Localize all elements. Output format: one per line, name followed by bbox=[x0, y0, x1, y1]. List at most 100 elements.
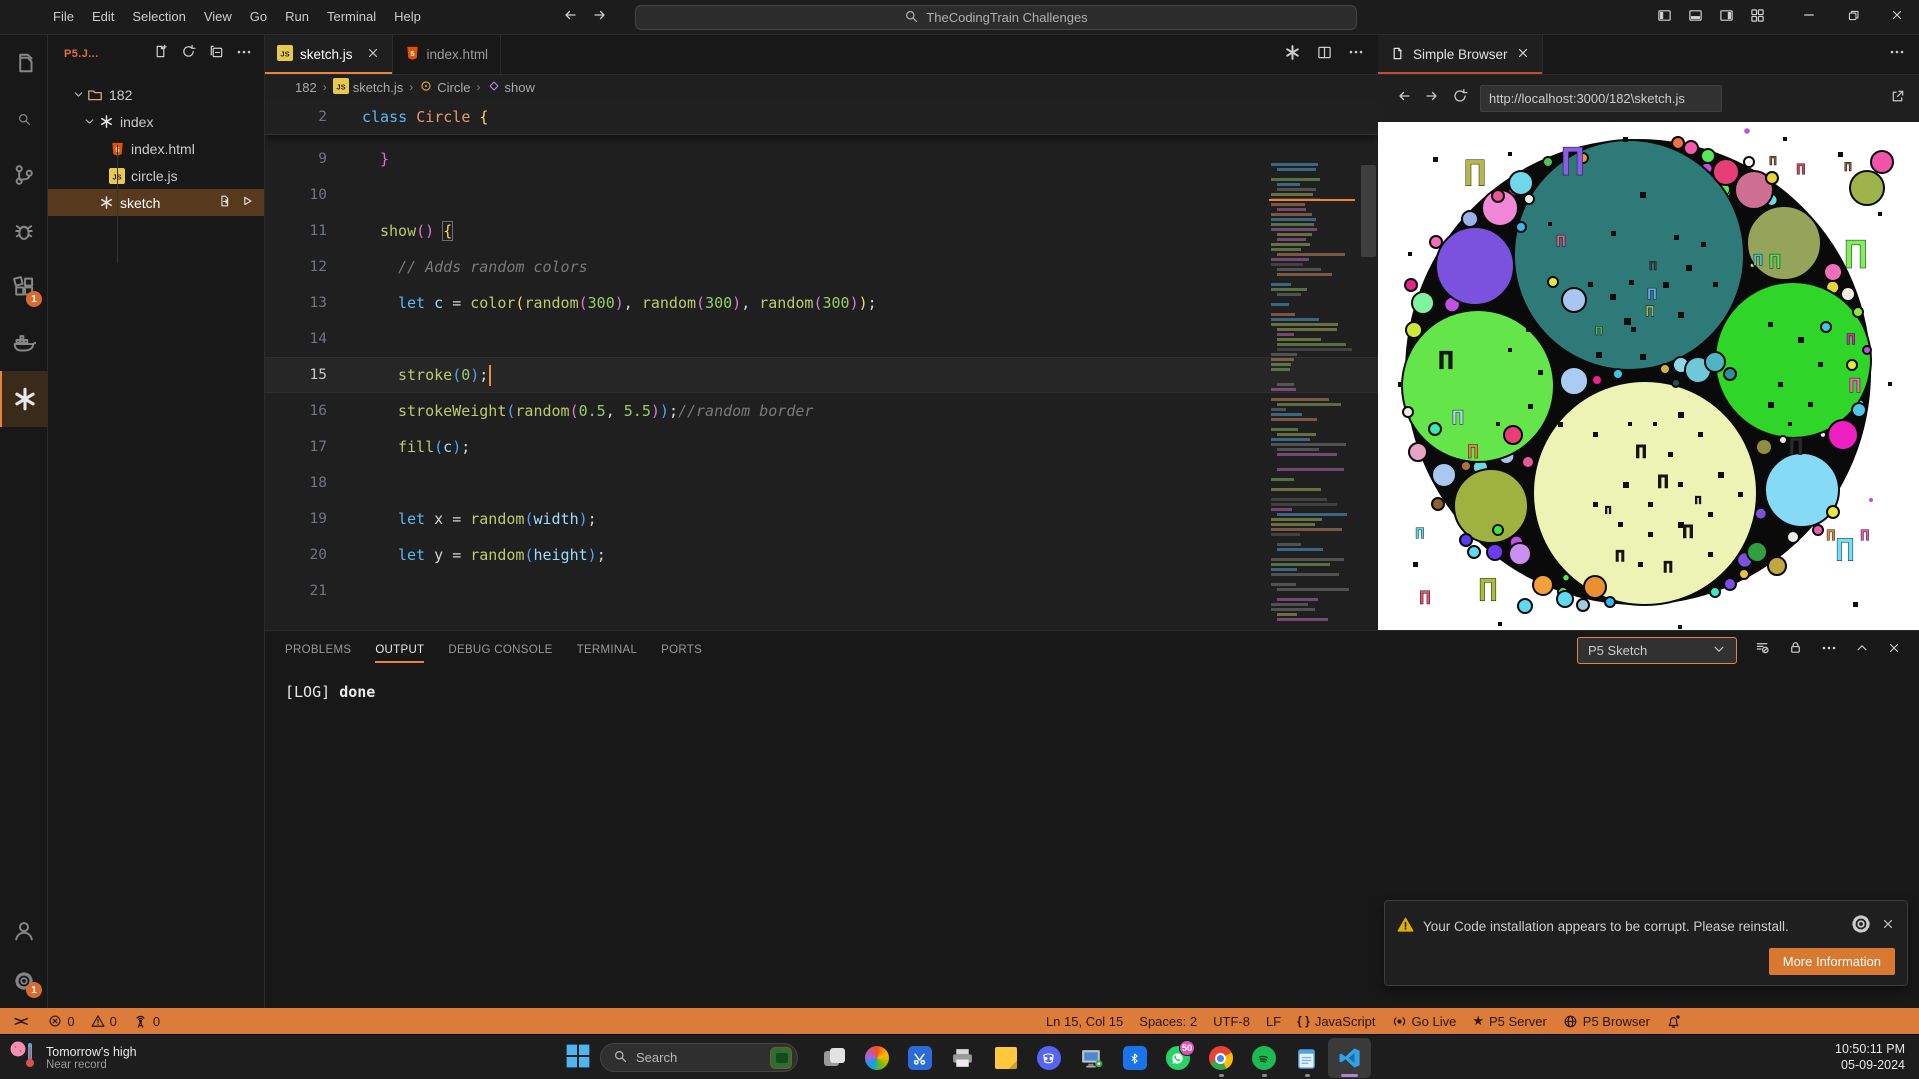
split-editor-icon[interactable] bbox=[1317, 45, 1332, 65]
breadcrumb-show[interactable]: show bbox=[487, 79, 535, 96]
output-channel-select[interactable]: P5 Sketch bbox=[1577, 637, 1737, 664]
close-button[interactable] bbox=[1875, 0, 1919, 35]
goto-file-icon[interactable] bbox=[218, 194, 232, 211]
code-area[interactable]: 2 class Circle { 9}1011show() {12// Adds… bbox=[265, 99, 1378, 630]
status-lf[interactable]: LF bbox=[1258, 1008, 1289, 1034]
notification-settings-icon[interactable] bbox=[1850, 913, 1872, 940]
taskbar-pc-icon[interactable] bbox=[1070, 1038, 1113, 1078]
taskbar-widgets-icon[interactable] bbox=[812, 1038, 855, 1078]
code-line-18[interactable]: 18 bbox=[265, 465, 1378, 501]
menu-terminal[interactable]: Terminal bbox=[318, 0, 385, 34]
output-log[interactable]: [LOG] done bbox=[265, 669, 1919, 701]
status-go-live[interactable]: Go Live bbox=[1384, 1008, 1465, 1034]
more-information-button[interactable]: More Information bbox=[1769, 948, 1895, 975]
open-external-icon[interactable] bbox=[1890, 89, 1905, 109]
code-line-21[interactable]: 21 bbox=[265, 573, 1378, 609]
maximize-panel-icon[interactable] bbox=[1855, 641, 1869, 660]
status-0[interactable]: 0 bbox=[83, 1008, 125, 1034]
panel-tab-problems[interactable]: PROBLEMS bbox=[285, 632, 351, 669]
taskbar-notepad-icon[interactable] bbox=[1285, 1038, 1328, 1078]
sticky-scroll-line[interactable]: 2 class Circle { bbox=[265, 99, 1378, 135]
activity-gear-icon[interactable]: 1 bbox=[0, 956, 48, 1006]
tab-simple-browser[interactable]: Simple Browser bbox=[1378, 35, 1543, 74]
code-line-13[interactable]: 13let c = color(random(300), random(300)… bbox=[265, 285, 1378, 321]
chevron-down-icon[interactable] bbox=[81, 115, 97, 128]
notification-close-icon[interactable] bbox=[1881, 917, 1895, 936]
tab-index-html[interactable]: 5index.html bbox=[393, 35, 502, 74]
taskbar-bluetooth-icon[interactable] bbox=[1113, 1038, 1156, 1078]
status-p5-server[interactable]: ★P5 Server bbox=[1464, 1008, 1554, 1034]
menu-selection[interactable]: Selection bbox=[123, 0, 194, 34]
panel-tab-output[interactable]: OUTPUT bbox=[375, 632, 424, 669]
activity-scm-icon[interactable] bbox=[0, 147, 48, 203]
code-line-11[interactable]: 11show() { bbox=[265, 213, 1378, 249]
taskbar-search[interactable]: Search bbox=[600, 1043, 798, 1072]
remote-indicator[interactable]: >< bbox=[10, 1013, 36, 1029]
restore-button[interactable] bbox=[1831, 0, 1875, 35]
taskbar-chrome-icon[interactable] bbox=[1199, 1038, 1242, 1078]
status-ln-15-col-15[interactable]: Ln 15, Col 15 bbox=[1038, 1008, 1131, 1034]
activity-search-icon[interactable] bbox=[0, 91, 48, 147]
editor-more-actions-icon[interactable] bbox=[1348, 44, 1364, 65]
code-line-15[interactable]: 15stroke(0); bbox=[265, 357, 1378, 393]
panel-tab-debug-console[interactable]: DEBUG CONSOLE bbox=[448, 632, 552, 669]
close-tab-icon[interactable] bbox=[1516, 46, 1530, 63]
taskbar-spotify-icon[interactable] bbox=[1242, 1038, 1285, 1078]
browser-more-actions-icon[interactable] bbox=[1889, 35, 1919, 74]
taskbar-whatsapp-icon[interactable]: 50 bbox=[1156, 1038, 1199, 1078]
close-tab-icon[interactable] bbox=[366, 46, 380, 63]
activity-account-icon[interactable] bbox=[0, 906, 48, 956]
close-panel-icon[interactable] bbox=[1887, 641, 1901, 660]
tree-item-182[interactable]: 182 bbox=[48, 81, 264, 108]
menu-edit[interactable]: Edit bbox=[83, 0, 123, 34]
code-line-14[interactable]: 14 bbox=[265, 321, 1378, 357]
start-button[interactable] bbox=[562, 1042, 594, 1074]
code-line-10[interactable]: 10 bbox=[265, 177, 1378, 213]
history-forward-icon[interactable] bbox=[592, 7, 608, 28]
taskbar-copilot-icon[interactable] bbox=[855, 1038, 898, 1078]
play-icon[interactable] bbox=[240, 194, 254, 211]
more-actions-icon[interactable] bbox=[232, 42, 256, 66]
browser-reload-icon[interactable] bbox=[1452, 88, 1468, 109]
code-line-9[interactable]: 9} bbox=[265, 141, 1378, 177]
activity-docker-icon[interactable] bbox=[0, 315, 48, 371]
tree-item-index-html[interactable]: 5index.html bbox=[48, 135, 264, 162]
taskbar-sticky-icon[interactable] bbox=[984, 1038, 1027, 1078]
activity-p5-icon[interactable] bbox=[0, 371, 48, 427]
collapse-folders-icon[interactable] bbox=[204, 42, 228, 66]
activity-files-icon[interactable] bbox=[0, 35, 48, 91]
taskbar-vscode-icon[interactable] bbox=[1328, 1038, 1371, 1078]
panel-tab-ports[interactable]: PORTS bbox=[661, 632, 702, 669]
weather-widget[interactable]: Tomorrow's high Near record bbox=[8, 1039, 137, 1076]
panel-tab-terminal[interactable]: TERMINAL bbox=[577, 632, 638, 669]
history-back-icon[interactable] bbox=[562, 7, 578, 28]
activity-debug-icon[interactable] bbox=[0, 203, 48, 259]
menu-run[interactable]: Run bbox=[276, 0, 318, 34]
toggle-secondary-sidebar-icon[interactable] bbox=[1711, 0, 1742, 35]
new-file-icon[interactable] bbox=[148, 42, 172, 66]
command-center-search[interactable]: TheCodingTrain Challenges bbox=[635, 5, 1357, 30]
browser-forward-icon[interactable] bbox=[1424, 88, 1440, 109]
customize-layout-icon[interactable] bbox=[1742, 0, 1773, 35]
breadcrumb-Circle[interactable]: Circle bbox=[419, 79, 470, 96]
refresh-explorer-icon[interactable] bbox=[176, 42, 200, 66]
taskbar-clock[interactable]: 10:50:11 PM 05-09-2024 bbox=[1835, 1041, 1905, 1073]
code-line-19[interactable]: 19let x = random(width); bbox=[265, 501, 1378, 537]
status-utf-8[interactable]: UTF-8 bbox=[1205, 1008, 1258, 1034]
panel-more-actions-icon[interactable] bbox=[1821, 640, 1837, 661]
browser-back-icon[interactable] bbox=[1396, 88, 1412, 109]
menu-go[interactable]: Go bbox=[241, 0, 276, 34]
tree-item-circle-js[interactable]: JScircle.js bbox=[48, 162, 264, 189]
tree-item-sketch[interactable]: sketch bbox=[48, 189, 264, 216]
breadcrumb-182[interactable]: 182 bbox=[295, 80, 317, 95]
taskbar-snip-icon[interactable] bbox=[898, 1038, 941, 1078]
status-0[interactable]: 0 bbox=[125, 1008, 168, 1034]
toggle-panel-icon[interactable] bbox=[1680, 0, 1711, 35]
status-bell[interactable] bbox=[1658, 1008, 1689, 1034]
breadcrumb[interactable]: 182›JSsketch.js›Circle›show bbox=[265, 75, 1378, 99]
status-javascript[interactable]: { }JavaScript bbox=[1289, 1008, 1383, 1034]
status-p5-browser[interactable]: P5 Browser bbox=[1555, 1008, 1658, 1034]
status-0[interactable]: 0 bbox=[40, 1008, 82, 1034]
clear-output-icon[interactable] bbox=[1755, 640, 1770, 660]
code-line-12[interactable]: 12// Adds random colors bbox=[265, 249, 1378, 285]
